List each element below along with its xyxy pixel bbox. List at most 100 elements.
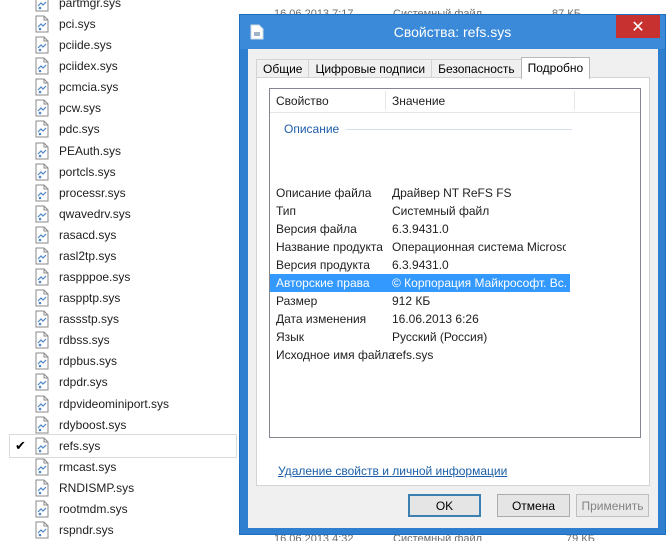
file-row[interactable]: PEAuth.sys [10,140,236,162]
property-value: Драйвер NT ReFS FS [392,186,512,200]
tab-digital-signatures[interactable]: Цифровые подписи [308,59,433,78]
checkbox[interactable] [14,207,27,220]
file-row[interactable]: pdc.sys [10,118,236,140]
checkbox[interactable] [14,355,27,368]
file-name: pciide.sys [59,38,112,53]
property-row[interactable]: Версия файла 6.3.9431.0 [270,220,570,238]
tab-details[interactable]: Подробно [520,57,591,79]
checkbox[interactable] [14,460,27,473]
file-row[interactable]: rasl2tp.sys [10,245,236,267]
property-value: Русский (Россия) [392,330,488,344]
file-row[interactable]: RNDISMP.sys [10,477,236,499]
file-row[interactable]: rdyboost.sys [10,414,236,436]
checkbox[interactable] [14,123,27,136]
property-row[interactable]: Описание файла Драйвер NT ReFS FS [270,184,570,202]
property-row[interactable]: Исходное имя файла refs.sys [270,346,570,364]
dialog-titlebar[interactable]: Свойства: refs.sys ✕ [240,15,665,49]
property-row[interactable]: Размер 912 КБ [270,292,570,310]
close-button[interactable]: ✕ [616,15,660,38]
tab-security[interactable]: Безопасность [431,59,522,78]
checkbox[interactable] [14,334,27,347]
checkbox[interactable] [14,376,27,389]
file-row[interactable]: pciidex.sys [10,55,236,77]
checkbox[interactable] [14,481,27,494]
file-name: rdpbus.sys [59,354,118,369]
checkmark-icon[interactable]: ✔ [14,438,27,453]
property-value: 912 КБ [392,294,431,308]
checkbox[interactable] [14,144,27,157]
file-row[interactable]: pcw.sys [10,97,236,119]
file-name: pcmcia.sys [59,80,119,95]
checkbox[interactable] [14,249,27,262]
file-name: rspndr.sys [59,523,114,537]
file-row[interactable]: rspndr.sys [10,519,236,541]
column-separator[interactable] [385,91,386,110]
column-separator[interactable] [574,91,575,110]
property-row[interactable]: Авторские права © Корпорация Майкрософт. … [270,274,570,292]
file-row[interactable]: rdpvideominiport.sys [10,393,236,415]
apply-button[interactable]: Применить [576,494,649,517]
file-row[interactable]: rdpbus.sys [10,350,236,372]
checkbox[interactable] [14,18,27,31]
checkbox[interactable] [14,271,27,284]
column-header-value[interactable]: Значение [392,94,445,108]
checkbox[interactable] [14,186,27,199]
property-row[interactable]: Дата изменения 16.06.2013 6:26 [270,310,570,328]
file-row[interactable]: raspptp.sys [10,287,236,309]
file-row[interactable]: rootmdm.sys [10,498,236,520]
checkbox[interactable] [14,39,27,52]
file-row[interactable]: rdbss.sys [10,329,236,351]
file-name: raspppoe.sys [59,270,131,285]
file-row[interactable]: processr.sys [10,182,236,204]
checkbox[interactable] [14,502,27,515]
property-name: Размер [276,294,318,308]
system-file-icon [34,521,50,539]
checkbox[interactable] [14,0,27,10]
cancel-button[interactable]: Отмена [497,494,570,517]
file-row[interactable]: raspppoe.sys [10,266,236,288]
file-row[interactable]: pciide.sys [10,34,236,56]
property-value: 16.06.2013 6:26 [392,312,479,326]
checkbox[interactable] [14,524,27,537]
checkbox[interactable] [14,397,27,410]
property-name: Дата изменения [276,312,367,326]
tab-general[interactable]: Общие [256,59,310,78]
checkbox[interactable] [14,102,27,115]
remove-properties-link[interactable]: Удаление свойств и личной информации [278,464,507,478]
checkbox[interactable] [14,418,27,431]
file-row[interactable]: ✔ refs.sys [9,433,237,458]
group-header-description[interactable]: Описание [284,122,339,136]
system-file-icon [34,437,50,455]
properties-grid[interactable]: Свойство Значение Описание Описание файл… [269,88,641,438]
system-file-icon [34,310,50,328]
checkbox[interactable] [14,228,27,241]
property-row[interactable]: Язык Русский (Россия) [270,328,570,346]
file-name: rdpdr.sys [59,375,108,390]
file-name: rdpvideominiport.sys [59,396,170,411]
system-file-icon [34,15,50,33]
checkbox[interactable] [14,60,27,73]
file-row[interactable]: rmcast.sys [10,456,236,478]
property-row[interactable]: Тип Системный файл [270,202,570,220]
property-row[interactable]: Версия продукта 6.3.9431.0 [270,256,570,274]
file-name: rmcast.sys [59,459,117,474]
ok-button[interactable]: OK [408,494,481,517]
file-row[interactable]: pci.sys [10,13,236,35]
tab-strip: Общие Цифровые подписи Безопасность Подр… [256,57,591,79]
checkbox[interactable] [14,313,27,326]
checkbox[interactable] [14,81,27,94]
file-row[interactable]: rassstp.sys [10,308,236,330]
system-file-icon [34,352,50,370]
checkbox[interactable] [14,292,27,305]
column-header-property[interactable]: Свойство [276,94,329,108]
file-row[interactable]: rdpdr.sys [10,371,236,393]
file-row[interactable]: partmgr.sys [10,0,236,14]
file-row[interactable]: qwavedrv.sys [10,203,236,225]
grid-header: Свойство Значение [270,89,640,113]
property-name: Название продукта [276,240,383,254]
file-row[interactable]: pcmcia.sys [10,76,236,98]
checkbox[interactable] [14,165,27,178]
property-row[interactable]: Название продукта Операционная система Mi… [270,238,570,256]
file-row[interactable]: portcls.sys [10,161,236,183]
file-row[interactable]: rasacd.sys [10,224,236,246]
